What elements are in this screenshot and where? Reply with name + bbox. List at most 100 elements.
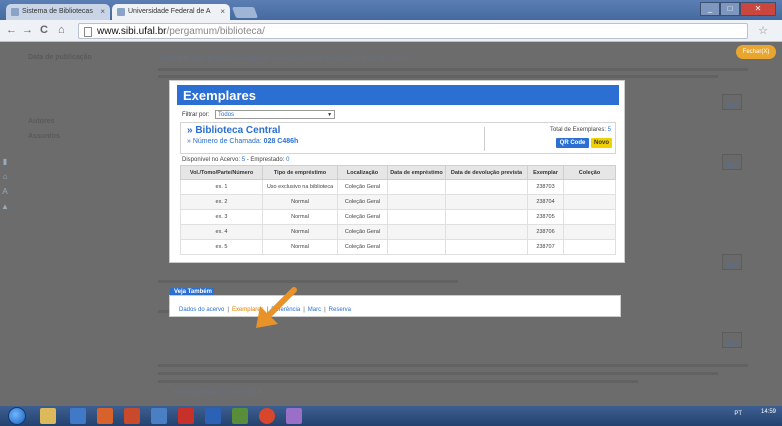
availability-line: Disponível no Acervo: 5 - Emprestado: 0 bbox=[182, 157, 289, 163]
app-icon[interactable] bbox=[205, 408, 221, 424]
sidebar-heading-subjects[interactable]: Assuntos bbox=[28, 133, 143, 140]
table-row: ex. 3 Normal Coleção Geral 238705 bbox=[180, 209, 616, 225]
result-text-line bbox=[158, 380, 638, 383]
folder-icon[interactable] bbox=[40, 408, 56, 424]
app-icon[interactable] bbox=[286, 408, 302, 424]
app-icon[interactable] bbox=[151, 408, 167, 424]
cell-location: Coleção Geral bbox=[337, 209, 388, 225]
total-label: Total de Exemplares: bbox=[549, 127, 606, 133]
table-header-row: Vol./Tomo/Parte/Número Tipo de empréstim… bbox=[180, 165, 616, 180]
forward-arrow-icon[interactable]: → bbox=[22, 24, 33, 36]
chart-icon[interactable] bbox=[722, 254, 742, 270]
result-title-link[interactable]: Aventura do livro : do leitor ao navegad… bbox=[158, 56, 413, 62]
app-icon[interactable] bbox=[124, 408, 140, 424]
qr-code-button[interactable]: QR Code bbox=[556, 138, 589, 148]
link-reserva[interactable]: Reserva bbox=[329, 307, 351, 313]
see-also-box: Dados do acervo | Exemplares | Referência | Ma… bbox=[169, 295, 621, 317]
back-arrow-icon[interactable]: ← bbox=[6, 24, 17, 36]
url-host: www.sibi.ufal.br bbox=[97, 26, 167, 37]
close-tab-icon[interactable]: × bbox=[100, 7, 105, 16]
filter-select[interactable]: Todos ▼ bbox=[215, 110, 336, 119]
cell-copy: 238703 bbox=[527, 179, 564, 195]
app-icon[interactable] bbox=[70, 408, 86, 424]
col-header-collection: Coleção bbox=[563, 165, 616, 180]
sidebar-heading-authors[interactable]: Autores bbox=[28, 118, 143, 125]
reload-icon[interactable]: C bbox=[40, 24, 48, 36]
cell-collection bbox=[563, 224, 616, 240]
cell-volume: ex. 1 bbox=[180, 179, 263, 195]
clock[interactable]: 14:59 bbox=[761, 408, 776, 416]
cell-collection bbox=[563, 209, 616, 225]
chart-icon[interactable] bbox=[722, 332, 742, 348]
annotation-arrow-icon bbox=[256, 287, 297, 328]
cell-copy: 238706 bbox=[527, 224, 564, 240]
result-text-line bbox=[158, 364, 748, 367]
cell-volume: ex. 2 bbox=[180, 194, 263, 210]
available-value: 5 bbox=[241, 157, 246, 163]
close-modal-button[interactable]: Fechar(X) bbox=[736, 45, 776, 59]
library-name: » Biblioteca Central bbox=[187, 125, 281, 136]
cell-copy: 238707 bbox=[527, 239, 564, 255]
exemplares-table: Vol./Tomo/Parte/Número Tipo de empréstim… bbox=[180, 165, 616, 255]
cell-return-date bbox=[445, 179, 528, 195]
url-input[interactable]: www.sibi.ufal.br/pergamum/biblioteca/ bbox=[78, 23, 748, 39]
tab-label: Universidade Federal de A bbox=[128, 8, 211, 15]
page-document-icon bbox=[84, 27, 92, 37]
link-dados-acervo[interactable]: Dados do acervo bbox=[179, 307, 224, 313]
chart-icon[interactable] bbox=[722, 154, 742, 170]
close-tab-icon[interactable]: × bbox=[220, 7, 225, 16]
new-tab-button[interactable] bbox=[231, 7, 259, 18]
cell-loan-type: Normal bbox=[262, 239, 338, 255]
cell-return-date bbox=[445, 209, 528, 225]
cell-loan-type: Normal bbox=[262, 224, 338, 240]
pdf-icon[interactable] bbox=[178, 408, 194, 424]
left-nav-strip: ▮ ⌂ A ▲ bbox=[0, 157, 10, 217]
nav-icon[interactable]: ▮ bbox=[0, 157, 10, 166]
novo-button[interactable]: Novo bbox=[591, 138, 612, 148]
call-number-footer: Nº de Chamada: 37.1C S3 T31 E bbox=[174, 390, 263, 396]
page-favicon-icon bbox=[117, 8, 125, 16]
total-copies: Total de Exemplares: 5 bbox=[550, 127, 611, 133]
call-number: » Número de Chamada: 028 C486h bbox=[187, 138, 298, 145]
language-indicator[interactable]: PT bbox=[734, 411, 742, 417]
col-header-loan-type: Tipo de empréstimo bbox=[262, 165, 338, 180]
close-window-button[interactable]: ✕ bbox=[740, 2, 776, 16]
url-path: /pergamum/biblioteca/ bbox=[166, 26, 265, 37]
cell-return-date bbox=[445, 224, 528, 240]
cell-copy: 238705 bbox=[527, 209, 564, 225]
tab-universidade-federal[interactable]: Universidade Federal de A × bbox=[112, 4, 230, 20]
minimize-button[interactable]: _ bbox=[700, 2, 720, 16]
table-row: ex. 4 Normal Coleção Geral 238706 bbox=[180, 224, 616, 240]
cell-loan-date bbox=[387, 179, 446, 195]
col-header-copy: Exemplar bbox=[527, 165, 564, 180]
chrome-icon[interactable] bbox=[259, 408, 275, 424]
tab-label: Sistema de Bibliotecas bbox=[22, 8, 93, 15]
up-nav-icon[interactable]: ▲ bbox=[0, 202, 10, 211]
filter-sidebar: Data de publicação Autores Assuntos bbox=[28, 54, 143, 143]
start-button-icon[interactable] bbox=[8, 407, 26, 425]
nav-icon[interactable]: A bbox=[0, 187, 10, 196]
home-icon[interactable]: ⌂ bbox=[58, 24, 65, 36]
app-icon[interactable] bbox=[232, 408, 248, 424]
cell-loan-type: Uso exclusivo na biblioteca bbox=[262, 179, 338, 195]
exemplares-modal: Exemplares Filtrar por: Todos ▼ » Biblio… bbox=[169, 80, 625, 263]
maximize-button[interactable]: □ bbox=[720, 2, 740, 16]
col-header-loan-date: Data de empréstimo bbox=[387, 165, 446, 180]
app-icon[interactable] bbox=[97, 408, 113, 424]
library-info-box: » Biblioteca Central » Número de Chamada… bbox=[180, 122, 616, 154]
sidebar-heading-publication[interactable]: Data de publicação bbox=[28, 54, 143, 61]
cell-volume: ex. 4 bbox=[180, 224, 263, 240]
home-nav-icon[interactable]: ⌂ bbox=[0, 172, 10, 181]
tab-sistema-bibliotecas[interactable]: Sistema de Bibliotecas × bbox=[6, 4, 110, 20]
result-text-line bbox=[158, 68, 748, 71]
cell-volume: ex. 5 bbox=[180, 239, 263, 255]
bookmark-star-icon[interactable]: ☆ bbox=[758, 24, 768, 37]
table-row: ex. 2 Normal Coleção Geral 238704 bbox=[180, 194, 616, 210]
chart-icon[interactable] bbox=[722, 94, 742, 110]
col-header-volume: Vol./Tomo/Parte/Número bbox=[180, 165, 263, 180]
call-number-value: 028 C486h bbox=[263, 138, 299, 145]
cell-collection bbox=[563, 194, 616, 210]
link-marc[interactable]: Marc bbox=[308, 307, 321, 313]
cell-location: Coleção Geral bbox=[337, 194, 388, 210]
cell-loan-date bbox=[387, 194, 446, 210]
